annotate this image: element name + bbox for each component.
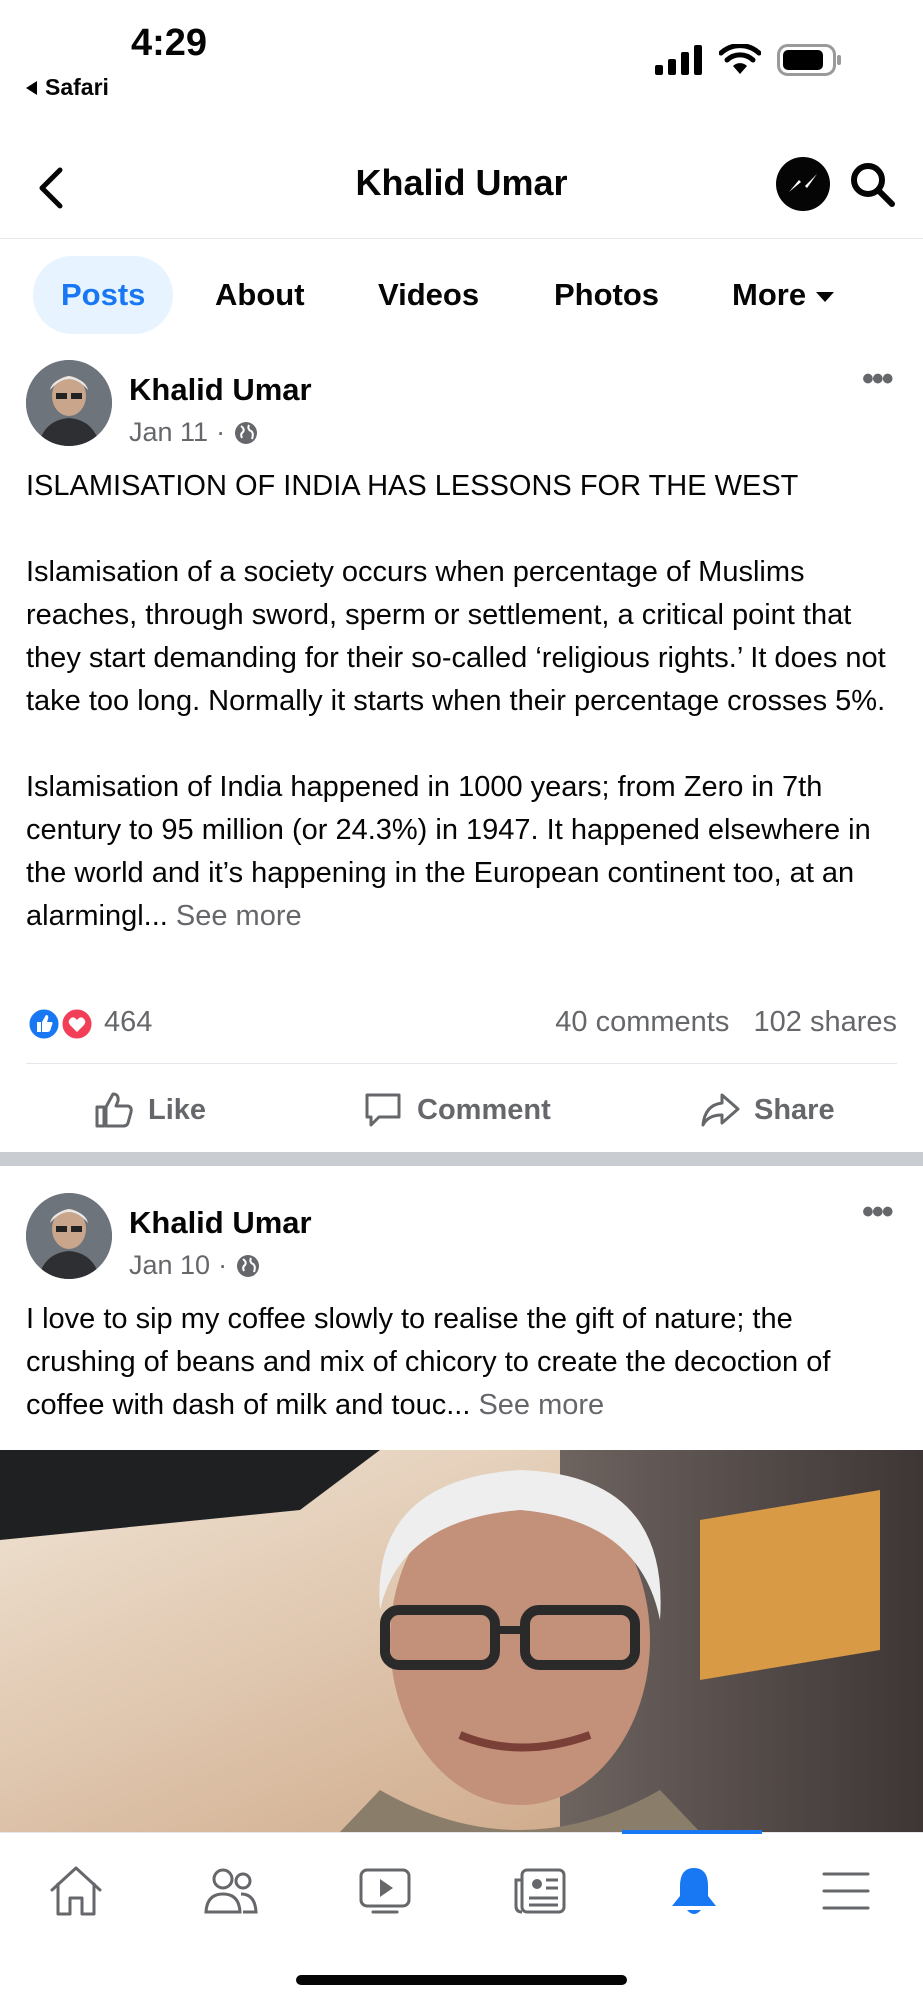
engagement-counts: 40 comments 102 shares [555, 1006, 897, 1039]
nav-menu[interactable] [811, 1861, 881, 1921]
shares-count[interactable]: 102 shares [754, 1006, 898, 1038]
avatar-image [26, 360, 112, 446]
avatar-image [26, 1193, 112, 1279]
post-meta: Jan 10 · [129, 1250, 261, 1281]
status-bar: 4:29 Safari [0, 0, 923, 120]
back-triangle-icon [26, 80, 37, 95]
post-date[interactable]: Jan 10 [129, 1250, 210, 1281]
globe-icon [237, 1254, 260, 1277]
see-more-link[interactable]: See more [176, 900, 302, 932]
post-date[interactable]: Jan 11 [129, 417, 208, 448]
avatar[interactable] [26, 360, 112, 446]
more-dots-icon[interactable]: ••• [862, 360, 894, 399]
post-text-content: ISLAMISATION OF INDIA HAS LESSONS FOR TH… [26, 470, 886, 932]
nav-watch[interactable] [350, 1861, 420, 1921]
home-icon [50, 1866, 102, 1916]
reaction-icons[interactable] [26, 1006, 96, 1042]
post-meta: Jan 11 · [129, 417, 259, 448]
home-indicator[interactable] [296, 1975, 627, 1985]
share-button[interactable]: Share [700, 1065, 835, 1155]
page-header: Khalid Umar [0, 140, 923, 239]
back-app-label: Safari [45, 74, 109, 100]
friends-icon [204, 1868, 258, 1914]
wifi-icon [719, 44, 761, 74]
meta-dot: · [218, 1250, 228, 1280]
post-text: I love to sip my coffee slowly to realis… [26, 1298, 906, 1427]
comment-icon [365, 1093, 401, 1127]
battery-icon [777, 44, 841, 76]
reactions-bar: 464 40 comments 102 shares [26, 1004, 897, 1044]
post-author[interactable]: Khalid Umar [129, 372, 312, 408]
post-photo-image [0, 1450, 923, 1832]
share-label: Share [754, 1093, 835, 1126]
tab-posts[interactable]: Posts [33, 256, 174, 334]
menu-icon [822, 1872, 870, 1910]
tab-photos[interactable]: Photos [554, 256, 659, 334]
reaction-count[interactable]: 464 [104, 1006, 152, 1039]
post-actions: Like Comment Share [0, 1065, 923, 1155]
divider [26, 1063, 897, 1064]
avatar[interactable] [26, 1193, 112, 1279]
share-icon [701, 1093, 740, 1127]
comments-count[interactable]: 40 comments [555, 1006, 729, 1038]
see-more-link[interactable]: See more [478, 1389, 604, 1421]
messenger-icon [789, 174, 817, 192]
post-text-content: I love to sip my coffee slowly to realis… [26, 1303, 831, 1421]
status-icons [655, 44, 843, 76]
bottom-nav [0, 1830, 923, 2001]
tab-more[interactable]: More [732, 256, 835, 334]
profile-tabs: Posts About Videos Photos More [0, 256, 923, 336]
like-button[interactable]: Like [94, 1065, 206, 1155]
nav-home[interactable] [41, 1861, 111, 1921]
feed-separator [0, 1152, 923, 1166]
meta-dot: · [216, 417, 226, 447]
news-icon [514, 1868, 566, 1914]
tab-videos[interactable]: Videos [378, 256, 479, 334]
post-text: ISLAMISATION OF INDIA HAS LESSONS FOR TH… [26, 465, 906, 938]
signal-icon [655, 45, 702, 75]
like-label: Like [148, 1093, 207, 1126]
like-icon [95, 1092, 133, 1128]
comment-button[interactable]: Comment [363, 1065, 551, 1155]
status-time: 4:29 [131, 22, 208, 64]
post-author[interactable]: Khalid Umar [129, 1205, 312, 1241]
tab-more-label: More [732, 277, 807, 312]
post-photo[interactable] [0, 1450, 923, 1832]
nav-active-indicator [622, 1830, 762, 1834]
globe-icon [235, 421, 258, 444]
nav-notifications[interactable] [659, 1861, 729, 1921]
messenger-button[interactable] [776, 157, 830, 211]
bell-icon [672, 1868, 716, 1914]
tab-about[interactable]: About [215, 256, 305, 334]
caret-down-icon [816, 291, 835, 302]
nav-friends[interactable] [196, 1861, 266, 1921]
nav-news[interactable] [505, 1861, 575, 1921]
watch-icon [359, 1868, 411, 1914]
comment-label: Comment [417, 1093, 551, 1126]
search-icon[interactable] [846, 158, 898, 210]
back-to-safari[interactable]: Safari [26, 74, 109, 101]
more-dots-icon[interactable]: ••• [862, 1193, 894, 1232]
